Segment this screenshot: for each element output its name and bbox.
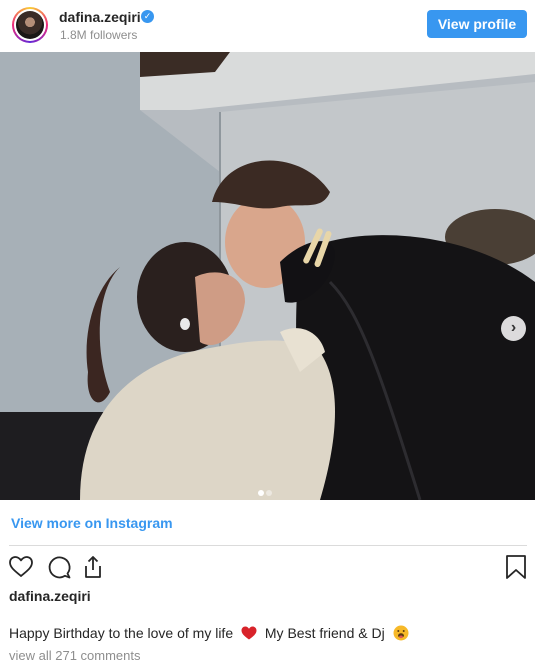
avatar-image — [16, 11, 44, 39]
avatar-ring — [14, 9, 46, 41]
post-photo[interactable]: › — [0, 52, 535, 500]
divider — [9, 545, 527, 546]
bookmark-icon[interactable] — [503, 554, 529, 580]
heart-icon[interactable] — [8, 554, 34, 580]
carousel-indicator — [258, 483, 274, 496]
comment-icon[interactable] — [46, 554, 72, 580]
username-link[interactable]: dafina.zeqiri — [59, 9, 141, 25]
carousel-dot-active — [258, 490, 264, 496]
avatar[interactable] — [12, 7, 48, 43]
share-icon[interactable] — [80, 554, 106, 580]
caption-text-end: My Best friend & Dj — [264, 625, 385, 641]
view-more-on-instagram-link[interactable]: View more on Instagram — [11, 515, 173, 531]
caption-username-link[interactable]: dafina.zeqiri — [9, 588, 91, 604]
post-header: dafina.zeqiri ✓ 1.8M followers View prof… — [0, 0, 535, 52]
view-all-comments-link[interactable]: view all 271 comments — [9, 648, 141, 663]
caption-text-start: Happy Birthday to the love of my life — [9, 625, 234, 641]
red-heart-emoji-icon — [241, 626, 257, 640]
followers-count: 1.8M followers — [60, 28, 138, 42]
tongue-face-emoji-icon — [393, 625, 409, 641]
post-caption: Happy Birthday to the love of my life My… — [9, 625, 409, 641]
photo-image — [0, 52, 535, 500]
verified-badge-icon: ✓ — [141, 10, 154, 23]
view-profile-button[interactable]: View profile — [427, 10, 527, 38]
next-photo-button[interactable]: › — [501, 316, 526, 341]
carousel-dot — [266, 490, 272, 496]
